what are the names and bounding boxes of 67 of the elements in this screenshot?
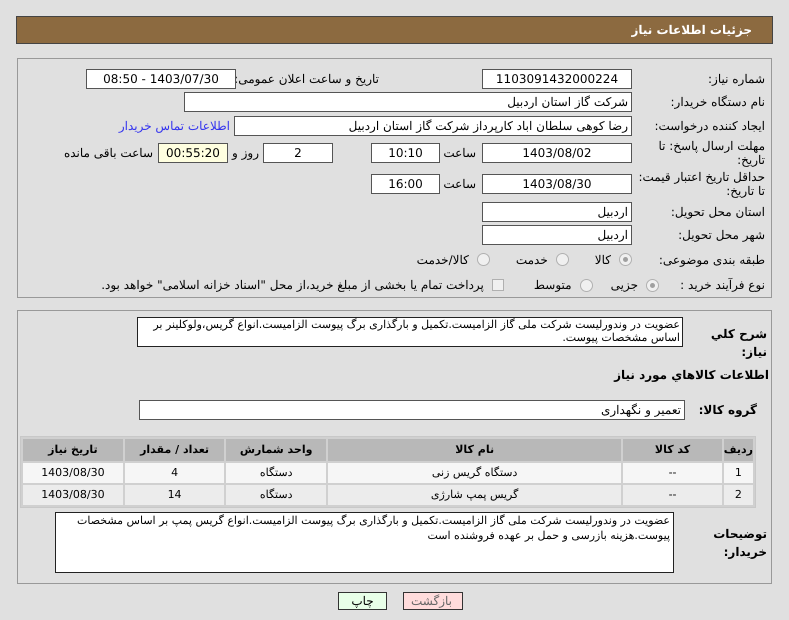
- field-value: 1103091432000224: [482, 68, 632, 89]
- field-value: 1403/08/30: [482, 174, 632, 194]
- radio-button[interactable]: [646, 278, 659, 292]
- field-label: توضیحات خریدار:: [712, 526, 768, 560]
- field-label: ساعت: [442, 176, 477, 194]
- field-value: 00:55:20: [158, 143, 228, 164]
- column-header: ردیف: [724, 439, 753, 461]
- section-title: اطلاعات کالاهاي مورد نیاز: [612, 367, 770, 384]
- table-cell: 1: [724, 463, 753, 483]
- field-value: رضا کوهی سلطان اباد کارپرداز شرکت گاز استان اردبیل: [234, 116, 632, 136]
- field-label: گروه کالا:: [698, 402, 758, 419]
- field-label: شرح کلي نیاز:: [710, 326, 768, 361]
- radio-button[interactable]: [580, 278, 593, 292]
- page-title: جزئیات اطلاعات نیاز: [631, 22, 752, 39]
- table-cell: دستگاه: [226, 485, 326, 505]
- field-value: اردبیل: [482, 225, 632, 246]
- field-label: نام دستگاه خریدار:: [670, 95, 766, 110]
- field-label: تاریخ و ساعت اعلان عمومی:: [236, 70, 379, 88]
- field-value: شرکت گاز استان اردبیل: [184, 92, 632, 112]
- field-label: کالا: [594, 252, 611, 269]
- table-cell: 1403/08/30: [23, 463, 123, 483]
- field-label: ایجاد کننده درخواست:: [653, 118, 766, 133]
- radio-button[interactable]: [556, 253, 569, 266]
- field-label: کالا/خدمت: [416, 252, 469, 269]
- field-label: استان محل تحویل:: [670, 204, 766, 219]
- field-value: 10:10: [371, 143, 440, 164]
- text-area[interactable]: عضویت در وندورلیست شرکت ملی گاز الزامیست.تکمیل و بارگذاری برگ پیوست الزامیست.انواع گریس پمپ بر اساس مشخصات پیوست.هزینه بازرسی و حمل بر عهده فروشنده است: [55, 512, 674, 573]
- table-cell: 2: [724, 485, 753, 505]
- field-label: نوع فرآیند خرید :: [679, 278, 766, 292]
- field-label: مهلت ارسال پاسخ: تا تاریخ:: [657, 139, 766, 168]
- table-cell: 14: [124, 485, 224, 505]
- field-label: شماره نیاز:: [707, 72, 766, 86]
- field-label: شهر محل تحویل:: [677, 228, 766, 242]
- radio-button[interactable]: [619, 253, 632, 266]
- checkbox[interactable]: [492, 279, 504, 292]
- column-header: نام کالا: [328, 439, 622, 461]
- field-label: طبقه بندی موضوعی:: [658, 252, 766, 267]
- field-label: جزیی: [610, 277, 638, 294]
- column-header: کد کالا: [623, 439, 722, 461]
- field-label: متوسط: [534, 277, 572, 294]
- field-label: ساعت باقی مانده: [64, 145, 154, 162]
- table-cell: --: [623, 463, 722, 483]
- field-label: حداقل تاریخ اعتبار قیمت: تا تاریخ:: [637, 170, 766, 198]
- column-header: تعداد / مقدار: [124, 439, 224, 461]
- field-value: اردبیل: [482, 202, 632, 222]
- field-value: 1403/08/02: [482, 143, 632, 164]
- radio-button[interactable]: [476, 253, 490, 266]
- buyer-contact-link[interactable]: اطلاعات تماس خریدار: [118, 116, 230, 135]
- table-cell: --: [623, 485, 722, 505]
- table-cell: 4: [124, 463, 224, 483]
- column-header: واحد شمارش: [226, 439, 326, 461]
- field-value: 2: [263, 143, 333, 164]
- table-cell: دستگاه: [226, 463, 326, 483]
- back-button[interactable]: بازگشت: [403, 592, 463, 610]
- text-area[interactable]: عضویت در وندورلیست شرکت ملی گاز الزامیست.تکمیل و بارگذاری برگ پیوست الزامیست.انواع گریس،ولوکلینر بر اساس مشخصات پیوست.: [137, 317, 683, 347]
- column-header: تاریخ نیاز: [23, 439, 123, 461]
- field-value: 16:00: [371, 174, 440, 194]
- field-value: تعمیر و نگهداری: [139, 400, 685, 420]
- table-cell: دستگاه گریس زنی: [328, 463, 622, 483]
- table-cell: گریس پمپ شارژی: [328, 485, 622, 505]
- field-label: پرداخت تمام یا بخشی از مبلغ خرید،از محل "اسناد خزانه اسلامی" خواهد بود.: [101, 277, 485, 294]
- field-label: خدمت: [516, 252, 548, 269]
- field-label: روز و: [230, 145, 260, 162]
- table-cell: 1403/08/30: [23, 485, 123, 505]
- field-value: 1403/07/30 - 08:50: [86, 68, 236, 89]
- print-button[interactable]: چاپ: [338, 592, 387, 610]
- field-label: ساعت: [442, 145, 477, 162]
